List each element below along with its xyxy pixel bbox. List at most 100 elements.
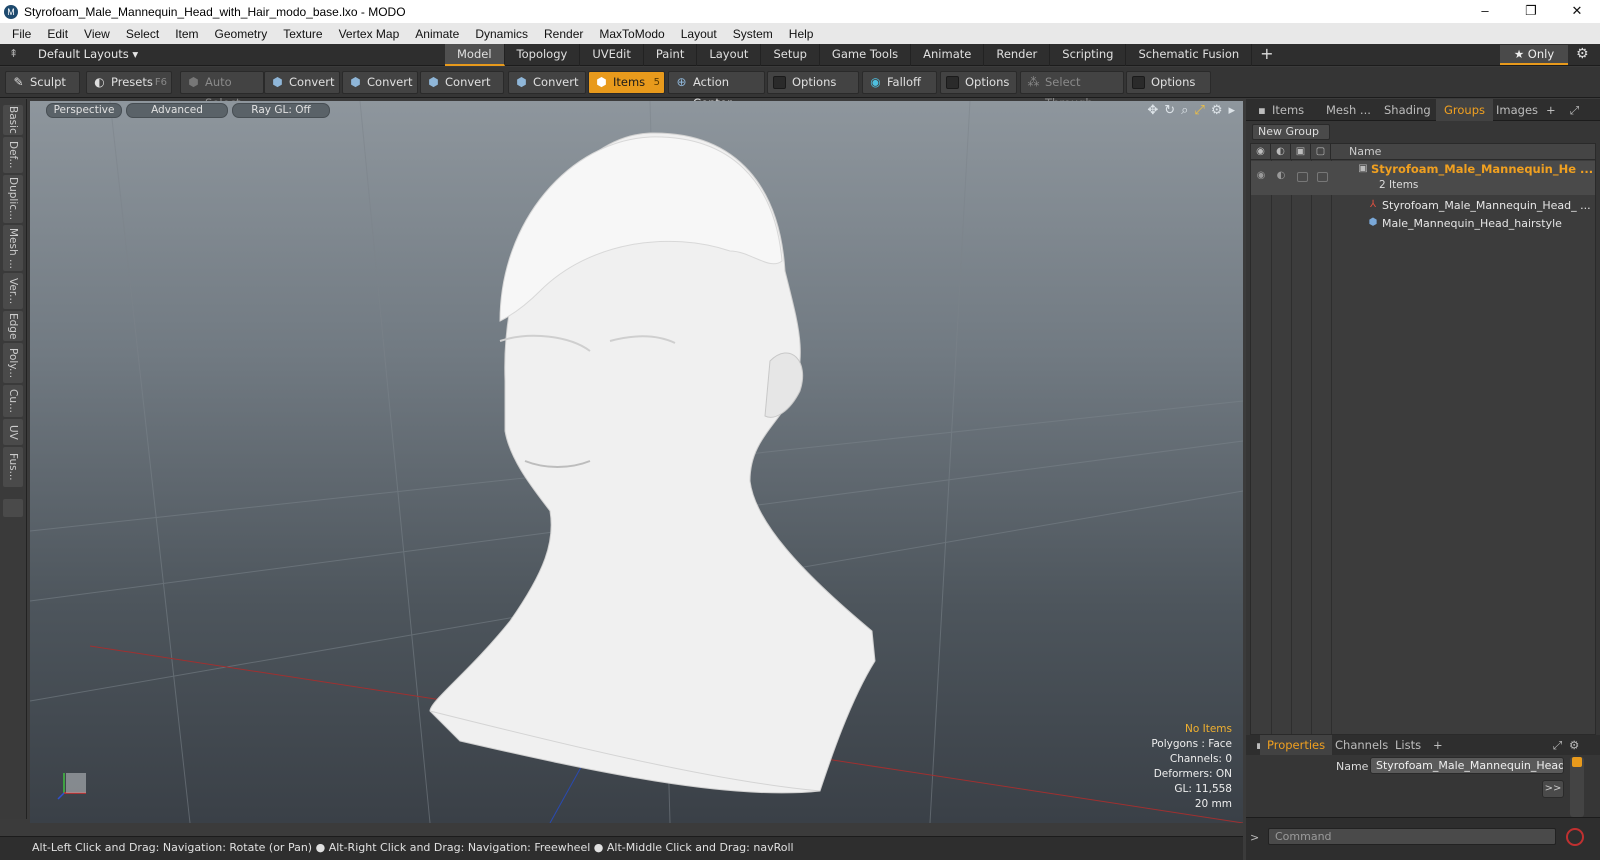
tab-properties[interactable]: Properties (1260, 735, 1333, 755)
tab-animate[interactable]: Animate (911, 44, 985, 66)
tab-edge[interactable]: Edge (3, 311, 23, 341)
options-checkbox[interactable] (773, 76, 786, 89)
visibility-column-eye-icon[interactable]: ◉ (1251, 144, 1271, 160)
menu-item[interactable]: Item (167, 27, 206, 41)
tab-deform[interactable]: Def... (3, 137, 23, 173)
group-row[interactable]: ◉ ◐ ▣ Styrofoam_Male_Mannequin_He ... 2 … (1251, 161, 1595, 195)
menu-view[interactable]: View (76, 27, 118, 41)
menu-maxtomodo[interactable]: MaxToModo (591, 27, 672, 41)
gear-icon[interactable]: ⚙ (1576, 46, 1589, 62)
presets-button[interactable]: ◐ Presets F6 (86, 71, 172, 94)
viewport-3d[interactable]: Perspective Advanced Ray GL: Off ✥ ↻ ⌕ ⤢… (30, 101, 1243, 823)
convert-vertices-button[interactable]: ⬢ Convert (264, 71, 340, 94)
action-center-button[interactable]: ⊕ Action Center (668, 71, 765, 110)
minimize-button[interactable]: – (1462, 0, 1508, 23)
menu-render[interactable]: Render (536, 27, 591, 41)
tab-uv[interactable]: UV (3, 419, 23, 445)
tab-topology[interactable]: Topology (505, 44, 581, 66)
scrollbar-handle[interactable] (1572, 757, 1582, 767)
rotate-view-icon[interactable]: ↻ (1164, 103, 1175, 118)
tool-strip-toggle[interactable] (3, 499, 23, 517)
tab-paint[interactable]: Paint (644, 44, 698, 66)
tab-render[interactable]: Render (984, 44, 1051, 66)
tab-model[interactable]: Model (445, 44, 505, 66)
select-toggle[interactable] (1317, 172, 1328, 182)
perspective-view-menu[interactable]: Perspective (46, 103, 122, 118)
tab-fusion[interactable]: Fus... (3, 447, 23, 487)
panel-expand-icon[interactable]: ⤢ (1562, 99, 1587, 121)
tab-curve[interactable]: Cu... (3, 385, 23, 417)
tab-vertex[interactable]: Ver... (3, 273, 23, 309)
menu-vertex-map[interactable]: Vertex Map (331, 27, 408, 41)
options-checkbox[interactable] (1132, 76, 1145, 89)
lock-toggle[interactable] (1297, 172, 1308, 182)
command-input[interactable]: Command (1268, 828, 1556, 845)
tab-items[interactable]: Items (1264, 99, 1312, 121)
add-panel-tab-button[interactable]: + (1538, 99, 1564, 121)
properties-gear-icon[interactable]: ⚙ (1562, 735, 1586, 755)
move-view-icon[interactable]: ✥ (1147, 103, 1158, 118)
sculpt-button[interactable]: ✎ Sculpt (5, 71, 80, 94)
tab-scripting[interactable]: Scripting (1050, 44, 1127, 66)
select-through-button[interactable]: ⁂ Select Through (1020, 71, 1124, 110)
tab-duplicate[interactable]: Duplic... (3, 175, 23, 223)
convert-items-button[interactable]: ⬢ Convert (508, 71, 586, 94)
select-column-icon[interactable]: ▢ (1311, 144, 1331, 160)
record-macro-icon[interactable] (1566, 828, 1584, 846)
menu-geometry[interactable]: Geometry (207, 27, 276, 41)
maximize-button[interactable]: ❐ (1508, 0, 1554, 23)
tab-setup[interactable]: Setup (761, 44, 820, 66)
menu-file[interactable]: File (4, 27, 39, 41)
tab-polygon[interactable]: Poly... (3, 343, 23, 383)
falloff-options-button[interactable]: Options (940, 71, 1017, 94)
options-checkbox[interactable] (946, 76, 959, 89)
menu-select[interactable]: Select (118, 27, 167, 41)
add-properties-tab-button[interactable]: + (1426, 735, 1450, 755)
menu-texture[interactable]: Texture (275, 27, 330, 41)
pin-icon[interactable]: ⇞ (9, 47, 18, 60)
close-button[interactable]: ✕ (1554, 0, 1600, 23)
menu-layout[interactable]: Layout (673, 27, 725, 41)
menu-dynamics[interactable]: Dynamics (467, 27, 536, 41)
select-options-button[interactable]: Options (1126, 71, 1211, 94)
expand-properties-button[interactable]: >> (1542, 780, 1564, 798)
menu-animate[interactable]: Animate (407, 27, 467, 41)
tab-lists[interactable]: Lists (1388, 735, 1428, 755)
menu-system[interactable]: System (725, 27, 781, 41)
shading-style-menu[interactable]: Advanced (126, 103, 228, 118)
fit-view-icon[interactable]: ⤢ (1194, 103, 1204, 118)
raygl-toggle[interactable]: Ray GL: Off (232, 103, 330, 118)
add-tab-button[interactable]: + (1252, 44, 1281, 66)
render-icon[interactable]: ◐ (1275, 170, 1287, 182)
zoom-view-icon[interactable]: ⌕ (1181, 103, 1188, 118)
name-column-header[interactable]: Name (1349, 144, 1381, 160)
group-child-row[interactable]: ⬢ Male_Mannequin_Head_hairstyle (1251, 215, 1595, 233)
lock-column-icon[interactable]: ▣ (1291, 144, 1311, 160)
default-layouts-dropdown[interactable]: Default Layouts ▾ (38, 47, 138, 61)
eye-icon[interactable]: ◉ (1255, 170, 1267, 182)
tab-groups[interactable]: Groups (1436, 99, 1494, 121)
tab-shading[interactable]: Shading (1376, 99, 1439, 121)
item-name-field[interactable]: Styrofoam_Male_Mannequin_Head_wit (1370, 757, 1564, 774)
tab-game-tools[interactable]: Game Tools (820, 44, 912, 66)
tab-schematic-fusion[interactable]: Schematic Fusion (1126, 44, 1253, 66)
tab-mesh-edit[interactable]: Mesh ... (3, 225, 23, 271)
menu-edit[interactable]: Edit (39, 27, 76, 41)
only-button[interactable]: ★ Only (1500, 45, 1568, 65)
convert-polygons-button[interactable]: ⬢ Convert (420, 71, 504, 94)
tab-layout[interactable]: Layout (697, 44, 762, 66)
items-mode-button[interactable]: ⬢ Items 5 (588, 71, 665, 94)
render-column-icon[interactable]: ◐ (1271, 144, 1291, 160)
action-center-options-button[interactable]: Options (767, 71, 859, 94)
tab-mesh[interactable]: Mesh ... (1318, 99, 1379, 121)
tab-uvedit[interactable]: UVEdit (580, 44, 644, 66)
tab-channels[interactable]: Channels (1328, 735, 1395, 755)
new-group-button[interactable]: New Group (1252, 124, 1330, 140)
group-child-row[interactable]: ⅄ Styrofoam_Male_Mannequin_Head_ ... (1251, 197, 1595, 215)
viewport-settings-icon[interactable]: ⚙ (1211, 103, 1223, 118)
convert-edges-button[interactable]: ⬢ Convert (342, 71, 418, 94)
auto-select-button[interactable]: ⬢ Auto Select (180, 71, 264, 110)
viewport-expand-icon[interactable]: ▸ (1228, 103, 1235, 118)
tab-basic[interactable]: Basic (3, 105, 23, 135)
falloff-button[interactable]: ◉ Falloff (862, 71, 937, 94)
